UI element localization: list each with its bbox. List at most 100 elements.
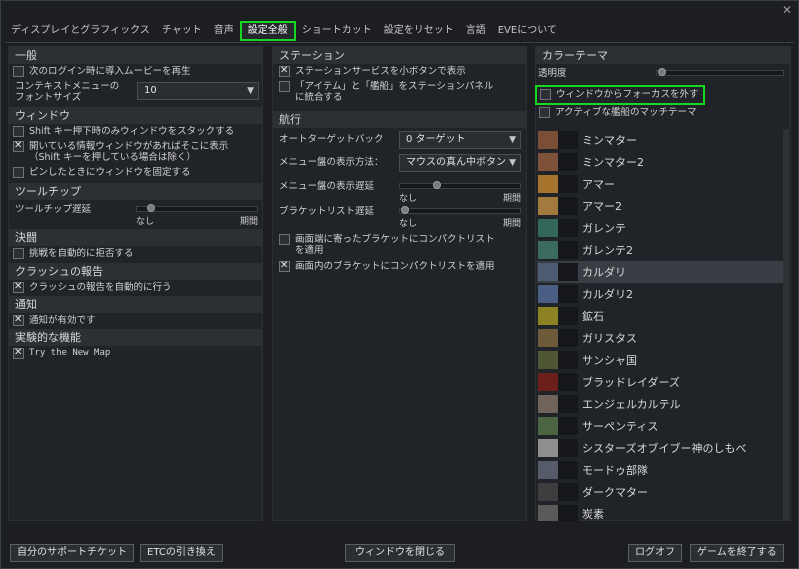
tab-chat[interactable]: チャット [156,21,208,41]
theme-item[interactable]: ミンマター [537,129,783,151]
theme-item[interactable]: モードゥ部隊 [537,459,783,481]
slider-knob[interactable] [432,181,441,189]
slider-track [656,70,784,76]
section-navigation: 航行 [273,111,526,128]
auto-reject-row[interactable]: 挑戦を自動的に拒否する [9,246,262,261]
theme-item[interactable]: 炭素 [537,503,783,521]
autotarget-select[interactable]: 0 ターゲット ▼ [399,131,521,149]
theme-name: サンシャ国 [582,354,637,367]
tab-reset-settings[interactable]: 設定をリセット [378,21,460,41]
transparency-label: 透明度 [538,68,567,79]
tab-about-eve[interactable]: EVEについて [492,21,563,41]
menu-delay-slider[interactable]: なし 期間 [399,179,521,204]
theme-item[interactable]: サンシャ国 [537,349,783,371]
theme-name: シスターズオブイブー神のしもべ [582,442,747,455]
intro-movie-checkbox[interactable] [13,66,24,77]
theme-swatch-dark [558,483,578,501]
theme-swatch [538,175,558,193]
compact-in-label: 画面内のブラケットにコンパクトリストを適用 [295,261,495,272]
intro-movie-row[interactable]: 次のログイン時に導入ムービーを再生 [9,64,262,79]
theme-scrollbar[interactable] [783,129,789,521]
show-info-checkbox[interactable] [13,140,24,152]
theme-swatch [538,153,558,171]
autotarget-value: 0 ターゲット [406,134,466,145]
context-menu-font-select[interactable]: 10 ▼ [137,82,259,100]
context-menu-font-label: コンテキストメニューの フォントサイズ [15,81,120,103]
theme-item[interactable]: カルダリ2 [537,283,783,305]
tab-language[interactable]: 言語 [460,21,492,41]
slider-max-label: 期間 [239,217,258,227]
auto-crash-row[interactable]: クラッシュの報告を自動的に行う [9,280,262,295]
notify-row[interactable]: 通知が有効です [9,313,262,328]
pin-window-checkbox[interactable] [13,167,24,178]
logoff-button[interactable]: ログオフ [628,544,682,562]
theme-swatch-dark [558,131,578,149]
small-buttons-row[interactable]: ステーションサービスを小ボタンで表示 [273,64,526,79]
theme-name: ガリスタス [582,332,637,345]
theme-item[interactable]: カルダリ [537,261,783,283]
etc-redeem-button[interactable]: ETCの引き換え [140,544,223,562]
close-icon[interactable]: ✕ [782,3,792,17]
menu-display-select[interactable]: マウスの真ん中ボタン ▼ [399,154,521,172]
theme-swatch-dark [558,285,578,303]
integrate-row[interactable]: 「アイテム」と「艦船」をステーションパネル に統合する [273,79,526,105]
stack-shift-checkbox[interactable] [13,126,24,137]
theme-item[interactable]: 鉱石 [537,305,783,327]
compact-edge-checkbox[interactable] [279,234,290,245]
unfocus-opacity-row[interactable]: ウィンドウからフォーカスを外す [535,85,705,105]
theme-item[interactable]: ガレンテ [537,217,783,239]
notify-checkbox[interactable] [13,314,24,326]
theme-swatch-dark [558,175,578,193]
support-ticket-button[interactable]: 自分のサポートチケット [10,544,134,562]
auto-crash-checkbox[interactable] [13,281,24,293]
context-menu-font-value: 10 [144,85,157,96]
theme-name: エンジェルカルテル [582,398,681,411]
transparency-slider[interactable] [656,66,784,88]
unfocus-opacity-checkbox[interactable] [540,89,551,100]
auto-reject-checkbox[interactable] [13,248,24,259]
compact-in-row[interactable]: 画面内のブラケットにコンパクトリストを適用 [275,259,499,274]
theme-swatch [538,483,558,501]
close-window-button[interactable]: ウィンドウを閉じる [345,544,455,562]
theme-item[interactable]: アマー [537,173,783,195]
theme-item[interactable]: サーペンティス [537,415,783,437]
theme-item[interactable]: ブラッドレイダーズ [537,371,783,393]
tab-display-graphics[interactable]: ディスプレイとグラフィックス [5,21,156,41]
tab-general-settings[interactable]: 設定全般 [239,21,296,41]
transparency-row: 透明度 [536,64,790,81]
tab-bar: ディスプレイとグラフィックス チャット 音声 設定全般 ショートカット 設定をリ… [5,20,563,42]
tab-divider [5,42,794,43]
show-info-row[interactable]: 開いている情報ウィンドウがあればそこに表示 （Shift キーを押している場合は… [9,139,262,165]
theme-item[interactable]: エンジェルカルテル [537,393,783,415]
theme-item[interactable]: ガレンテ2 [537,239,783,261]
settings-window: ✕ ディスプレイとグラフィックス チャット 音声 設定全般 ショートカット 設定… [0,0,799,569]
theme-swatch-dark [558,351,578,369]
scrollbar-thumb[interactable] [783,129,789,521]
small-buttons-checkbox[interactable] [279,65,290,77]
show-info-label: 開いている情報ウィンドウがあればそこに表示 （Shift キーを押している場合は… [29,141,228,163]
theme-item[interactable]: ガリスタス [537,327,783,349]
bracket-delay-slider[interactable]: なし 期間 [399,204,521,229]
theme-swatch [538,219,558,237]
notify-label: 通知が有効です [29,315,96,326]
theme-item[interactable]: ダークマター [537,481,783,503]
tab-shortcuts[interactable]: ショートカット [296,21,378,41]
navigation-body: オートターゲットバック 0 ターゲット ▼ メニュー盤の表示方法： マウスの真ん… [273,128,526,286]
tooltip-delay-slider[interactable]: なし 期間 [136,202,258,227]
stack-shift-row[interactable]: Shift キー押下時のみウィンドウをスタックする [9,124,262,139]
compact-edge-row[interactable]: 画面端に寄ったブラケットにコンパクトリスト を適用 [275,232,499,258]
slider-max-label: 期間 [502,194,521,204]
integrate-checkbox[interactable] [279,81,290,92]
theme-item[interactable]: アマー2 [537,195,783,217]
theme-item[interactable]: ミンマター2 [537,151,783,173]
match-ship-checkbox[interactable] [539,107,550,118]
slider-min-label: なし [399,194,418,204]
quit-game-button[interactable]: ゲームを終了する [690,544,784,562]
compact-in-checkbox[interactable] [279,260,290,272]
pin-window-row[interactable]: ピンしたときにウィンドウを固定する [9,165,262,180]
new-map-row[interactable]: Try the New Map [9,346,262,361]
tab-audio[interactable]: 音声 [208,21,240,41]
match-ship-row[interactable]: アクティブな艦船のマッチテーマ [536,105,699,120]
new-map-checkbox[interactable] [13,347,24,359]
theme-item[interactable]: シスターズオブイブー神のしもべ [537,437,783,459]
